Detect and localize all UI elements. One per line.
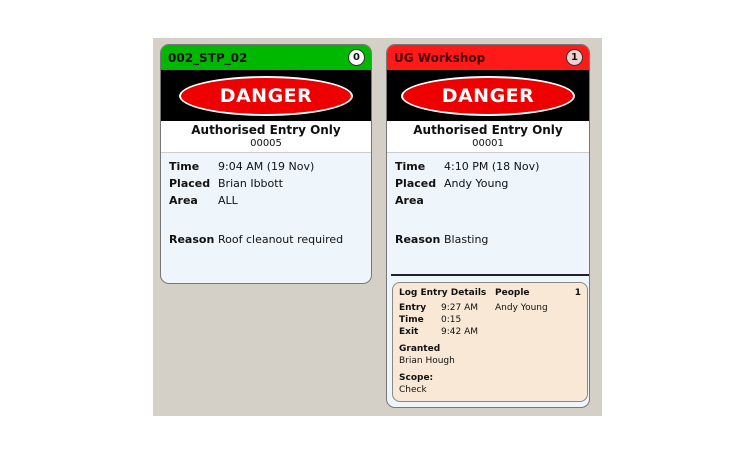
tag-code: 00001 [472, 138, 504, 149]
reason-label: Reason [169, 233, 215, 246]
danger-sign: DANGER [401, 75, 575, 116]
exit-label: Exit [399, 327, 419, 337]
tag-title-area: Authorised Entry Only 00005 [161, 121, 371, 153]
area-value: ALL [218, 194, 238, 207]
person-name: Andy Young [495, 303, 548, 313]
reason-value: Roof cleanout required [218, 233, 344, 246]
tag-info: Time 4:10 PM (18 Nov) Placed Andy Young Ar… [387, 153, 589, 253]
log-heading: Log Entry Details [399, 288, 487, 298]
entry-value: 9:27 AM [441, 303, 478, 313]
time-label: Time [169, 160, 200, 173]
area-label: Area [169, 194, 198, 207]
duration-value: 0:15 [441, 315, 462, 325]
reason-label: Reason [395, 233, 441, 246]
tag-card-ug-workshop[interactable]: UG Workshop 1 DANGER Authorised Entry On… [386, 44, 590, 408]
people-label: People [495, 288, 530, 298]
reason-value: Blasting [444, 233, 489, 246]
exit-value: 9:42 AM [441, 327, 478, 337]
entry-label: Entry [399, 303, 427, 313]
card-header: 002_STP_02 0 [161, 45, 371, 70]
time-value: 9:04 AM (19 Nov) [218, 160, 315, 173]
tag-title: Authorised Entry Only [191, 123, 341, 137]
count-badge: 0 [348, 49, 365, 66]
scope-value: Check [399, 385, 427, 395]
granted-label: Granted [399, 344, 441, 354]
tag-title-area: Authorised Entry Only 00001 [387, 121, 589, 153]
granted-value: Brian Hough [399, 356, 455, 366]
tag-info: Time 9:04 AM (19 Nov) Placed Brian Ibbott … [161, 153, 371, 253]
danger-sign: DANGER [179, 75, 353, 116]
section-divider [391, 274, 589, 276]
area-label: Area [395, 194, 424, 207]
people-count: 1 [574, 288, 581, 298]
placed-label: Placed [169, 177, 211, 190]
tag-code: 00005 [250, 138, 282, 149]
danger-banner: DANGER [161, 70, 371, 121]
placed-value: Brian Ibbott [218, 177, 283, 190]
scope-label: Scope: [399, 373, 434, 383]
card-location: 002_STP_02 [168, 50, 248, 65]
time-value: 4:10 PM (18 Nov) [444, 160, 540, 173]
placed-label: Placed [395, 177, 437, 190]
time-label: Time [395, 160, 426, 173]
card-header: UG Workshop 1 [387, 45, 589, 70]
tag-title: Authorised Entry Only [413, 123, 563, 137]
placed-value: Andy Young [444, 177, 509, 190]
log-entry-details[interactable]: Log Entry Details People 1 Entry Time Ex… [392, 282, 588, 402]
card-location: UG Workshop [394, 50, 486, 65]
tag-card-002-stp-02[interactable]: 002_STP_02 0 DANGER Authorised Entry Onl… [160, 44, 372, 284]
time-label: Time [399, 315, 424, 325]
danger-banner: DANGER [387, 70, 589, 121]
count-badge: 1 [566, 49, 583, 66]
